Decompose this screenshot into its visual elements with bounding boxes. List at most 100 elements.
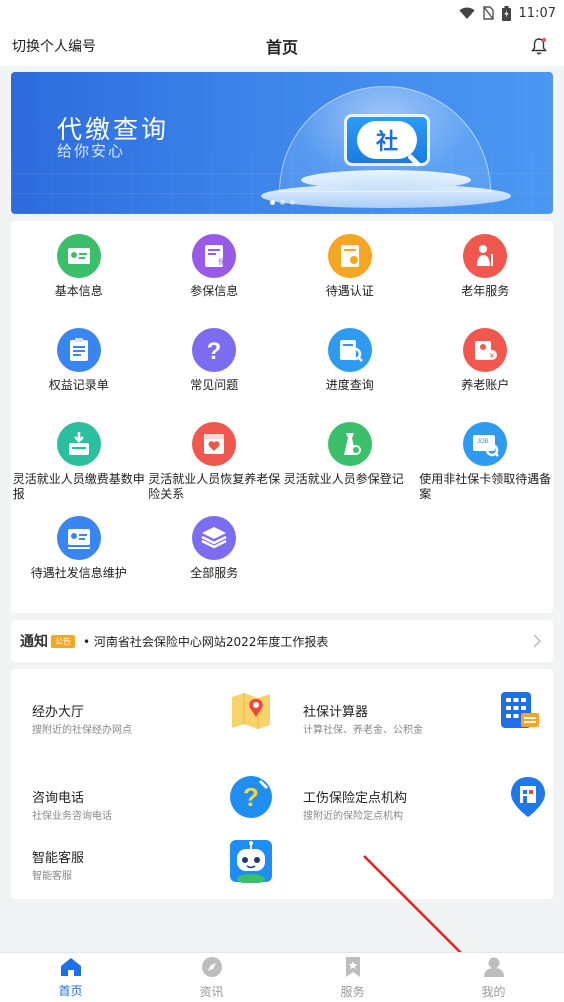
progress-search-icon bbox=[327, 328, 372, 372]
svg-text:¥: ¥ bbox=[490, 353, 494, 360]
quick-item-subtitle: 搜附近的社保经办网点 bbox=[32, 725, 132, 736]
service-item-label: 灵活就业人员参保登记 bbox=[283, 472, 404, 486]
bottom-tab-bar: 首页 资讯 服务 我的 bbox=[0, 952, 564, 1002]
service-item-label: 老年服务 bbox=[461, 284, 510, 298]
quick-item-title: 经办大厅 bbox=[32, 705, 85, 720]
question-icon: ? bbox=[192, 328, 237, 372]
no-sim-icon bbox=[482, 6, 494, 20]
notice-badge: 公告 bbox=[51, 634, 75, 648]
institution-pin-icon bbox=[508, 775, 552, 819]
restore-insurance-icon bbox=[192, 422, 237, 466]
banner-badge-text: 社 bbox=[357, 121, 417, 159]
quick-item-title: 咨询电话 bbox=[32, 791, 85, 806]
banner-subtitle: 给你安心 bbox=[57, 142, 126, 160]
service-item[interactable]: ¥ 养老账户 bbox=[418, 325, 554, 419]
carousel-dots bbox=[11, 200, 553, 205]
tab-label: 服务 bbox=[340, 984, 365, 999]
quick-item-smart-service[interactable]: 智能客服 智能客服 bbox=[32, 840, 292, 907]
payment-base-icon bbox=[56, 422, 101, 466]
quick-item-subtitle: 社保业务咨询电话 bbox=[32, 811, 112, 822]
quick-item-title: 智能客服 bbox=[32, 851, 85, 866]
service-item[interactable]: 进度查询 bbox=[282, 325, 418, 419]
card-filing-icon: JOB bbox=[463, 422, 508, 466]
service-grid: 基本信息保参保信息 待遇认证 老年服务 权益记录单? 常见问题 进度查询 ¥ 养老账户 灵活就业… bbox=[11, 221, 553, 613]
home-icon bbox=[60, 957, 82, 980]
tab-news[interactable]: 资讯 bbox=[141, 953, 282, 1002]
service-item-label: 常见问题 bbox=[190, 378, 239, 392]
svg-text:保: 保 bbox=[218, 257, 225, 266]
quick-item-subtitle: 计算社保、养老金、公积金 bbox=[303, 725, 423, 736]
registration-icon bbox=[327, 422, 372, 466]
quick-item-calculator[interactable]: 社保计算器 计算社保、养老金、公积金 bbox=[303, 692, 563, 761]
elderly-icon bbox=[463, 234, 508, 278]
carousel-dot[interactable] bbox=[269, 200, 275, 205]
service-item-label: 使用非社保卡领取待遇备案 bbox=[419, 472, 552, 501]
notice-text[interactable]: • 河南省社会保险中心网站2022年度工作报表 bbox=[83, 633, 531, 650]
tab-home[interactable]: 首页 bbox=[0, 953, 141, 1002]
service-item-label: 待遇社发信息维护 bbox=[30, 566, 127, 580]
map-pin-icon bbox=[229, 689, 273, 733]
tab-label: 我的 bbox=[481, 984, 506, 999]
service-item-label: 参保信息 bbox=[190, 284, 239, 298]
help-phone-icon: ? bbox=[229, 775, 273, 819]
id-card-icon bbox=[56, 234, 101, 278]
social-insurance-search-icon: 社 bbox=[344, 114, 430, 166]
quick-item-service-hall[interactable]: 经办大厅 搜附近的社保经办网点 bbox=[32, 693, 292, 761]
quick-item-subtitle: 搜附近的保险定点机构 bbox=[303, 811, 403, 822]
service-item-label: 灵活就业人员缴费基数申报 bbox=[12, 472, 145, 501]
certification-icon bbox=[327, 234, 372, 278]
switch-personal-id-button[interactable]: 切换个人编号 bbox=[12, 36, 96, 56]
notice-bar[interactable]: 通知 公告 • 河南省社会保险中心网站2022年度工作报表 bbox=[11, 620, 553, 662]
promo-banner[interactable]: 社 代缴查询 给你安心 bbox=[11, 72, 553, 214]
record-list-icon bbox=[56, 328, 101, 372]
person-icon bbox=[483, 956, 505, 981]
quick-item-hotline[interactable]: 咨询电话 社保业务咨询电话 ? bbox=[32, 776, 292, 847]
quick-links-panel: 经办大厅 搜附近的社保经办网点 社保计算器 计算社保、养老金、公积金 咨询电话 … bbox=[11, 669, 553, 899]
service-item[interactable]: 灵活就业人员参保登记 bbox=[282, 419, 418, 513]
quick-item-title: 工伤保险定点机构 bbox=[303, 791, 408, 806]
service-item-label: 进度查询 bbox=[325, 378, 374, 392]
tab-mine[interactable]: 我的 bbox=[423, 953, 564, 1002]
page-title: 首页 bbox=[265, 38, 298, 57]
carousel-dot[interactable] bbox=[289, 200, 295, 205]
bell-icon[interactable] bbox=[528, 35, 550, 57]
service-item[interactable]: 灵活就业人员缴费基数申报 bbox=[11, 419, 147, 513]
carousel-dot[interactable] bbox=[279, 200, 285, 205]
svg-text:JOB: JOB bbox=[477, 439, 489, 445]
service-item[interactable]: 保参保信息 bbox=[147, 231, 283, 325]
calculator-icon bbox=[498, 689, 542, 733]
pension-account-icon: ¥ bbox=[463, 328, 508, 372]
service-item-label: 待遇认证 bbox=[325, 284, 374, 298]
bookmark-icon bbox=[344, 956, 362, 981]
top-bar: 切换个人编号 首页 bbox=[0, 26, 564, 66]
service-item[interactable]: ? 常见问题 bbox=[147, 325, 283, 419]
insurance-doc-icon: 保 bbox=[192, 234, 237, 278]
service-item[interactable]: 灵活就业人员恢复养老保险关系 bbox=[147, 419, 283, 513]
chevron-right-icon[interactable] bbox=[531, 634, 543, 648]
tab-label: 资讯 bbox=[199, 984, 224, 999]
svg-text:?: ? bbox=[207, 338, 222, 365]
status-bar: 11:07 bbox=[0, 0, 564, 26]
service-item[interactable]: 待遇认证 bbox=[282, 231, 418, 325]
battery-icon bbox=[501, 5, 511, 21]
service-item[interactable]: 全部服务 bbox=[147, 513, 283, 607]
service-item-label: 基本信息 bbox=[54, 284, 103, 298]
quick-item-injury-institutions[interactable]: 工伤保险定点机构 搜附近的保险定点机构 bbox=[303, 777, 563, 847]
tab-label: 首页 bbox=[58, 983, 83, 998]
svg-text:?: ? bbox=[243, 782, 259, 812]
service-item-label: 灵活就业人员恢复养老保险关系 bbox=[148, 472, 281, 501]
tab-services[interactable]: 服务 bbox=[282, 953, 423, 1002]
banner-wrap: 社 代缴查询 给你安心 bbox=[0, 66, 564, 214]
service-item[interactable]: 权益记录单 bbox=[11, 325, 147, 419]
wifi-icon bbox=[459, 7, 475, 20]
service-item[interactable]: 基本信息 bbox=[11, 231, 147, 325]
service-item[interactable]: 老年服务 bbox=[418, 231, 554, 325]
quick-item-title: 社保计算器 bbox=[303, 705, 369, 720]
service-item[interactable]: JOB 使用非社保卡领取待遇备案 bbox=[418, 419, 554, 513]
service-item-label: 全部服务 bbox=[190, 566, 239, 580]
service-item[interactable]: 待遇社发信息维护 bbox=[11, 513, 147, 607]
robot-icon bbox=[229, 839, 273, 884]
compass-icon bbox=[201, 956, 223, 981]
clock: 11:07 bbox=[518, 5, 556, 21]
info-maintain-icon bbox=[56, 516, 101, 560]
